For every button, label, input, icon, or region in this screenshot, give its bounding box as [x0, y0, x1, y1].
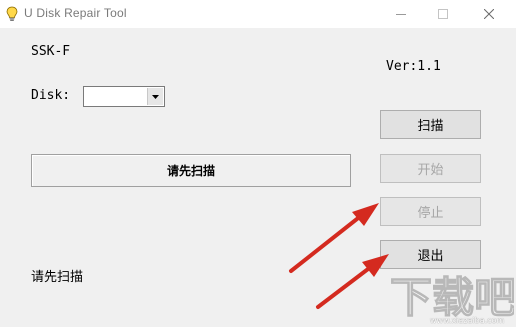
minimize-button[interactable]: [378, 0, 424, 28]
chevron-down-icon: [152, 94, 159, 99]
start-button[interactable]: 开始: [380, 154, 481, 183]
version-label: Ver:1.1: [386, 59, 441, 74]
device-model-label: SSK-F: [31, 44, 71, 59]
stop-button[interactable]: 停止: [380, 197, 481, 226]
start-button-label: 开始: [417, 163, 444, 178]
exit-button-label: 退出: [417, 249, 444, 264]
app-window: U Disk Repair Tool SSK-F Ver:1.1 Disk: 请…: [0, 0, 516, 327]
watermark-url: www.xiazaiba.com: [430, 316, 505, 325]
annotation-arrow-stop: [289, 203, 379, 273]
exit-button[interactable]: 退出: [380, 240, 481, 269]
scan-button-label: 扫描: [417, 119, 444, 134]
status-display-text: 请先扫描: [166, 164, 215, 178]
maximize-button[interactable]: [420, 0, 466, 28]
scan-button[interactable]: 扫描: [380, 110, 481, 139]
svg-text:下载吧: 下载吧: [390, 273, 514, 322]
lightbulb-icon: [6, 6, 18, 21]
dropdown-arrow[interactable]: [147, 88, 163, 105]
maximize-icon: [438, 9, 448, 19]
disk-select[interactable]: [83, 86, 165, 107]
stop-button-label: 停止: [417, 206, 444, 221]
bottom-status-text: 请先扫描: [31, 270, 84, 285]
minimize-icon: [396, 14, 406, 15]
close-icon: [484, 9, 494, 19]
disk-label: Disk:: [31, 88, 71, 103]
close-button[interactable]: [466, 0, 512, 28]
window-title: U Disk Repair Tool: [24, 6, 127, 20]
status-display: 请先扫描: [31, 154, 351, 187]
title-bar[interactable]: U Disk Repair Tool: [0, 0, 516, 28]
annotation-arrow-exit: [316, 254, 389, 309]
